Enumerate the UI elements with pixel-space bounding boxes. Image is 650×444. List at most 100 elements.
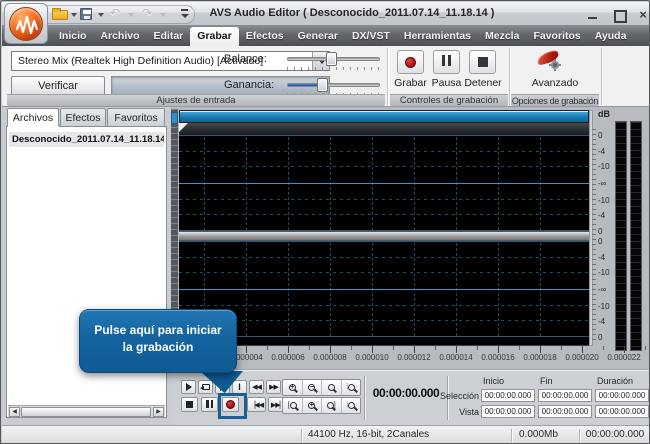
timeline-label: 0.000018 xyxy=(519,353,561,362)
undo-icon[interactable]: ↶ xyxy=(110,6,120,20)
play-icon xyxy=(186,383,192,391)
record-button[interactable] xyxy=(397,50,424,74)
save-dropdown-arrow-icon[interactable] xyxy=(98,13,104,17)
scrollbar-thumb[interactable] xyxy=(21,407,151,417)
tab-mezcla[interactable]: Mezcla xyxy=(478,27,526,46)
zoom-in-button[interactable]: + xyxy=(283,380,303,395)
vista-duration-field[interactable]: 00:00:00.000 xyxy=(595,405,649,418)
sidebar-tab-archivos[interactable]: Archivos xyxy=(7,108,59,127)
close-button[interactable]: × xyxy=(635,8,650,21)
channel-divider[interactable] xyxy=(179,231,589,241)
zoom-vertical-level-icon xyxy=(348,402,355,409)
waveform-channel-right[interactable] xyxy=(179,241,589,337)
zoom-level-button[interactable]: ⁞ xyxy=(342,380,361,395)
balance-slider-ticks xyxy=(287,67,380,70)
zoom-selection-button[interactable] xyxy=(322,380,342,395)
verify-button[interactable]: Verificar xyxy=(11,76,105,96)
level-meter-right xyxy=(630,121,642,351)
zoom-selection-icon xyxy=(328,384,335,391)
minimize-button[interactable] xyxy=(585,8,601,21)
status-separator xyxy=(301,429,302,442)
advanced-button-label: Avanzado xyxy=(511,77,599,89)
zoom-toolbar-row1: + − ⁞ xyxy=(282,379,361,396)
open-dropdown-arrow-icon[interactable] xyxy=(71,13,77,17)
tab-archivo[interactable]: Archivo xyxy=(93,27,146,46)
tab-herramientas[interactable]: Herramientas xyxy=(397,27,478,46)
gain-slider[interactable] xyxy=(287,83,380,87)
vertical-zoom-thumb[interactable] xyxy=(171,112,178,124)
pause-button[interactable] xyxy=(433,50,460,74)
tab-inicio[interactable]: Inicio xyxy=(52,27,93,46)
go-to-start-button[interactable]: ▕◀◀ xyxy=(247,397,266,412)
balance-slider-thumb[interactable] xyxy=(326,52,337,66)
pause-playback-button[interactable] xyxy=(201,397,218,412)
vista-start-field[interactable]: 00:00:00.000 xyxy=(481,405,535,418)
title-bar: ↶ ↷ AVS Audio Editor ( Desconocido_2011.… xyxy=(2,2,650,25)
pause-button-label: Pausa xyxy=(431,77,462,89)
zoom-selection-end-button[interactable]: ] xyxy=(322,398,342,413)
position-ruler[interactable] xyxy=(179,123,589,135)
redo-icon[interactable]: ↷ xyxy=(142,6,152,20)
pause-icon xyxy=(205,400,214,410)
cursor-button[interactable]: I xyxy=(232,380,247,394)
tab-favoritos[interactable]: Favoritos xyxy=(526,27,587,46)
undo-dropdown-arrow-icon[interactable] xyxy=(128,13,134,17)
scroll-left-icon[interactable]: ◀ xyxy=(9,407,20,417)
selection-start-field[interactable]: 00:00:00.000 xyxy=(481,389,535,402)
timeline-label: 0.000022 xyxy=(603,353,645,362)
timeline-label: 0.000020 xyxy=(561,353,603,362)
panel-separator xyxy=(364,376,365,420)
play-button[interactable] xyxy=(181,380,196,394)
input-device-select[interactable]: Stereo Mix (Realtek High Definition Audi… xyxy=(11,51,330,71)
open-folder-icon[interactable] xyxy=(52,10,68,20)
waveform-channel-left[interactable] xyxy=(179,135,589,231)
tooltip-text-line2: la grabación xyxy=(80,339,236,356)
fast-forward-button[interactable]: ▶▶ xyxy=(266,380,281,394)
rewind-button[interactable]: ◀◀ xyxy=(249,380,264,394)
stop-playback-button[interactable] xyxy=(181,397,198,412)
level-meter-left xyxy=(615,121,627,351)
timeline-label: 0.000010 xyxy=(351,353,393,362)
stop-button[interactable] xyxy=(469,50,496,74)
play-position-marker-icon[interactable] xyxy=(179,123,188,132)
zoom-out-button[interactable]: − xyxy=(303,380,323,395)
overview-seek-bar[interactable] xyxy=(179,110,589,123)
tab-generar[interactable]: Generar xyxy=(291,27,345,46)
selection-header-fin: Fin xyxy=(540,376,553,386)
vista-end-field[interactable]: 00:00:00.000 xyxy=(538,405,592,418)
file-list: Desconocido_2011.07.14_11.18.14 ◀ ▶ xyxy=(6,126,167,418)
tab-grabar[interactable]: Grabar xyxy=(190,27,238,46)
loop-play-button[interactable] xyxy=(198,380,213,394)
maximize-button[interactable] xyxy=(611,8,627,21)
zoom-vertical-level-button[interactable]: ⁞ xyxy=(342,398,361,413)
zoom-vertical-icon: + xyxy=(308,402,315,409)
tab-editar[interactable]: Editar xyxy=(147,27,191,46)
zoom-toolbar-row2: [ + ] ⁞ xyxy=(282,397,361,414)
avs-logo-icon xyxy=(9,7,43,41)
advanced-button[interactable] xyxy=(531,51,571,75)
redo-dropdown-arrow-icon[interactable] xyxy=(160,13,166,17)
waveform-display[interactable] xyxy=(179,135,589,346)
save-icon[interactable] xyxy=(80,8,92,20)
selection-end-field[interactable]: 00:00:00.000 xyxy=(538,389,592,402)
sidebar-tab-favoritos[interactable]: Favoritos xyxy=(107,108,165,127)
scroll-right-icon[interactable]: ▶ xyxy=(153,407,164,417)
status-time: 00:00:00.000 xyxy=(585,426,645,444)
zoom-selection-start-icon xyxy=(290,402,297,409)
sidebar-tab-efectos[interactable]: Efectos xyxy=(60,108,106,127)
zoom-in-icon: + xyxy=(289,384,296,391)
tab-ayuda[interactable]: Ayuda xyxy=(588,27,634,46)
app-logo-plate[interactable] xyxy=(4,3,48,44)
tab-dxvst[interactable]: DX/VST xyxy=(345,27,397,46)
file-list-item[interactable]: Desconocido_2011.07.14_11.18.14 xyxy=(9,132,164,147)
zoom-vertical-button[interactable]: + xyxy=(303,398,323,413)
zoom-selection-start-button[interactable]: [ xyxy=(283,398,303,413)
group-separator xyxy=(509,48,510,105)
tab-efectos[interactable]: Efectos xyxy=(239,27,291,46)
group-separator xyxy=(601,48,602,105)
gain-slider-thumb[interactable] xyxy=(317,78,328,92)
loop-play-icon xyxy=(202,384,210,390)
selection-duration-field[interactable]: 00:00:00.000 xyxy=(595,389,649,402)
horizontal-scrollbar[interactable]: ◀ ▶ xyxy=(8,405,165,417)
balance-slider[interactable] xyxy=(287,57,380,61)
